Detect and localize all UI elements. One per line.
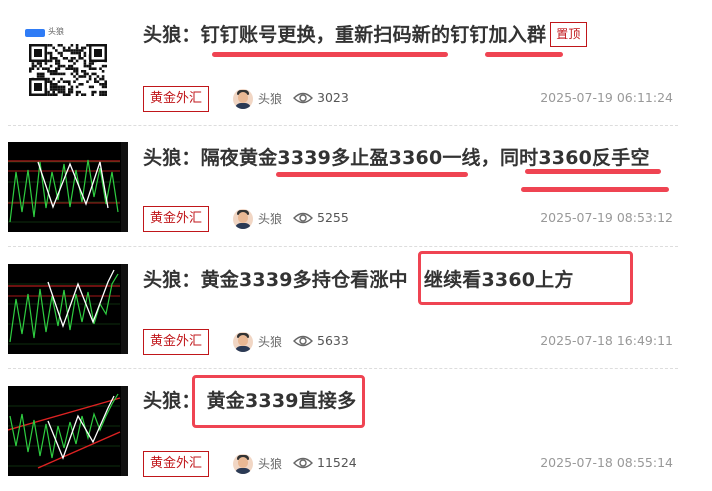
eye-icon [293, 334, 313, 348]
view-count: 11524 [317, 455, 357, 470]
pinned-badge: 置顶 [550, 22, 587, 47]
chart-thumbnail-image [8, 386, 128, 476]
view-count: 3023 [317, 90, 349, 105]
chart-thumbnail-image [8, 142, 128, 232]
view-count: 5633 [317, 333, 349, 348]
annotation-underline [485, 52, 563, 57]
author-avatar[interactable] [233, 454, 253, 474]
annotation-underline [212, 52, 448, 57]
article-title[interactable]: 头狼：隔夜黄金3339多止盈3360一线，同时3360反手空 [143, 143, 650, 170]
article-item[interactable]: 头狼： 黄金3339直接多 黄金外汇 头狼 11524 2025-07-18 08… [0, 369, 712, 491]
article-thumbnail[interactable]: 头狼 [8, 13, 128, 103]
article-meta: 黄金外汇 头狼 11524 2025-07-18 08:55:14 [143, 451, 673, 477]
article-item[interactable]: 头狼 头狼：钉钉账号更换，重新扫码新的钉钉加入群 置顶 黄金外汇 头狼 3023 … [0, 0, 712, 125]
article-thumbnail[interactable] [8, 386, 128, 476]
article-meta: 黄金外汇 头狼 3023 2025-07-19 06:11:24 [143, 86, 673, 112]
article-thumbnail[interactable] [8, 142, 128, 232]
article-title-text[interactable]: 头狼：黄金3339多持仓看涨中 [143, 269, 408, 291]
eye-icon [293, 211, 313, 225]
category-tag[interactable]: 黄金外汇 [143, 86, 210, 112]
thumb-label: 头狼 [48, 27, 64, 36]
article-item[interactable]: 头狼：黄金3339多持仓看涨中 继续看3360上方 黄金外汇 头狼 5633 20… [0, 247, 712, 368]
author-name[interactable]: 头狼 [258, 455, 282, 472]
article-meta: 黄金外汇 头狼 5633 2025-07-18 16:49:11 [143, 329, 673, 355]
qr-code-icon [29, 44, 107, 96]
author-name[interactable]: 头狼 [258, 333, 282, 350]
author-avatar[interactable] [233, 209, 253, 229]
chart-thumbnail-image [8, 264, 128, 354]
article-thumbnail[interactable] [8, 264, 128, 354]
author-name[interactable]: 头狼 [258, 210, 282, 227]
publish-date: 2025-07-18 16:49:11 [540, 333, 673, 348]
publish-date: 2025-07-19 08:53:12 [540, 210, 673, 225]
annotation-underline [525, 169, 661, 174]
publish-date: 2025-07-19 06:11:24 [540, 90, 673, 105]
article-title-text[interactable]: 头狼：钉钉账号更换，重新扫码新的钉钉加入群 [143, 24, 546, 46]
article-item[interactable]: 头狼：隔夜黄金3339多止盈3360一线，同时3360反手空 黄金外汇 头狼 5… [0, 126, 712, 246]
article-title-text[interactable]: 头狼：隔夜黄金3339多止盈3360一线，同时3360反手空 [143, 147, 650, 169]
view-count: 5255 [317, 210, 349, 225]
author-avatar[interactable] [233, 332, 253, 352]
author-name[interactable]: 头狼 [258, 90, 282, 107]
annotation-box [418, 251, 633, 305]
annotation-underline [276, 172, 468, 177]
category-tag[interactable]: 黄金外汇 [143, 451, 210, 477]
eye-icon [293, 91, 313, 105]
publish-date: 2025-07-18 08:55:14 [540, 455, 673, 470]
category-tag[interactable]: 黄金外汇 [143, 329, 210, 355]
article-title[interactable]: 头狼：钉钉账号更换，重新扫码新的钉钉加入群 置顶 [143, 20, 587, 47]
category-tag[interactable]: 黄金外汇 [143, 206, 210, 232]
annotation-box [192, 375, 365, 428]
article-meta: 黄金外汇 头狼 5255 2025-07-19 08:53:12 [143, 206, 673, 232]
author-avatar[interactable] [233, 89, 253, 109]
thumb-badge [25, 29, 45, 37]
annotation-underline [521, 187, 669, 192]
eye-icon [293, 456, 313, 470]
